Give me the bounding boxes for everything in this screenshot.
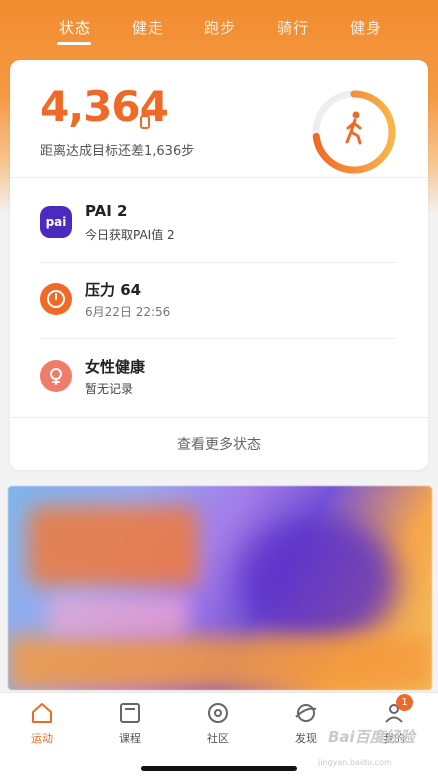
pai-icon: pai [40, 206, 72, 238]
nav-label: 社区 [207, 732, 229, 745]
step-progress-ring[interactable] [310, 88, 398, 176]
active-tab-indicator [57, 42, 91, 45]
top-tab-bar: 状态 健走 跑步 骑行 健身 [0, 0, 438, 55]
discover-icon [295, 704, 317, 722]
status-card: 4,364 距离达成目标还差1,636步 pai PAI 2 今日获取PAI值 … [10, 60, 428, 470]
stress-title: 压力 64 [85, 281, 142, 299]
nav-exercise[interactable]: 运动 [12, 701, 72, 746]
tab-walking[interactable]: 健走 [132, 17, 164, 38]
tab-fitness[interactable]: 健身 [350, 17, 382, 38]
walking-person-icon [345, 111, 362, 145]
female-health-subtitle: 暂无记录 [85, 382, 134, 396]
home-icon [32, 703, 52, 723]
nav-label: 发现 [295, 732, 317, 745]
community-icon [208, 703, 228, 723]
nav-discover[interactable]: 发现 [276, 701, 336, 746]
goal-remaining-text: 距离达成目标还差1,636步 [40, 144, 195, 159]
watermark-url: jingyan.baidu.com [318, 758, 392, 767]
stress-row[interactable]: 压力 64 6月22日 22:56 [40, 277, 400, 337]
tab-status[interactable]: 状态 [59, 17, 91, 38]
home-indicator[interactable] [141, 766, 297, 771]
stress-timestamp: 6月22日 22:56 [85, 305, 171, 319]
watermark-logo: Bai百度经验 [328, 728, 415, 746]
nav-label: 运动 [31, 732, 53, 745]
nav-community[interactable]: 社区 [188, 701, 248, 746]
course-icon [120, 703, 140, 723]
pai-title: PAI 2 [85, 202, 128, 220]
female-health-icon [40, 360, 72, 392]
female-health-title: 女性健康 [85, 358, 146, 376]
pai-icon-text: pai [45, 215, 67, 229]
shoe-icon [140, 115, 150, 129]
notification-badge: 1 [396, 694, 413, 711]
promo-banner[interactable] [8, 486, 432, 690]
view-more-status-link[interactable]: 查看更多状态 [10, 434, 428, 454]
pai-row[interactable]: pai PAI 2 今日获取PAI值 2 [40, 200, 400, 260]
pai-subtitle: 今日获取PAI值 2 [85, 228, 175, 242]
stress-gauge-icon [40, 283, 72, 315]
nav-label: 课程 [119, 732, 141, 745]
tab-running[interactable]: 跑步 [204, 17, 236, 38]
divider [10, 417, 428, 418]
divider [40, 338, 396, 339]
tab-cycling[interactable]: 骑行 [277, 17, 309, 38]
female-health-row[interactable]: 女性健康 暂无记录 [40, 354, 400, 414]
divider [40, 262, 396, 263]
nav-courses[interactable]: 课程 [100, 701, 160, 746]
divider [10, 177, 428, 178]
